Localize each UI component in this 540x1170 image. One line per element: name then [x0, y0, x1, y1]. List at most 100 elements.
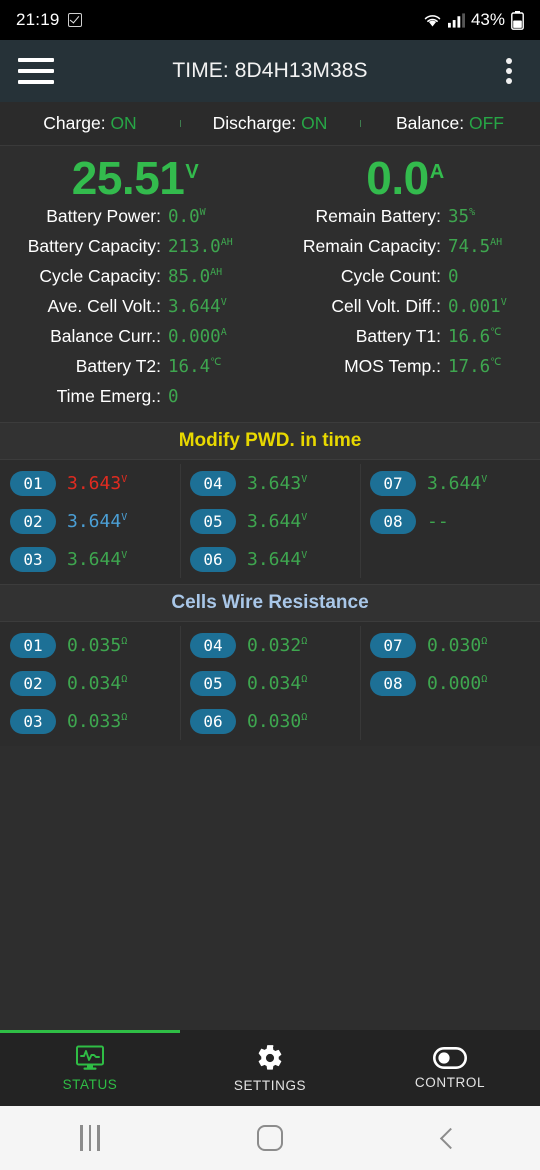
cell-value: 0.035Ω — [67, 634, 128, 656]
tab-settings[interactable]: SETTINGS — [180, 1030, 360, 1106]
cell-index-badge: 03 — [10, 708, 56, 734]
stat-label: Ave. Cell Volt.: — [47, 296, 162, 317]
tab-control-label: CONTROL — [414, 1074, 486, 1090]
cell-resistance-grid: 01 0.035Ω 02 0.034Ω 03 0.033Ω 04 0.032Ω … — [0, 622, 540, 747]
cell-index-badge: 02 — [10, 508, 56, 534]
stat-cell-volt-diff: Cell Volt. Diff.: 0.001V — [270, 296, 540, 326]
cell-value: 3.644V — [67, 510, 128, 532]
status-balance-value: OFF — [468, 113, 504, 133]
stat-mos-temp: MOS Temp.: 17.6℃ — [270, 356, 540, 386]
stat-label: Cell Volt. Diff.: — [331, 296, 441, 317]
cell-voltage-item: 07 3.644V — [360, 464, 540, 502]
cell-value: 0.030Ω — [427, 634, 488, 656]
monitor-pulse-icon — [76, 1045, 104, 1070]
gear-icon — [258, 1044, 282, 1070]
status-balance-label: Balance: — [396, 113, 465, 133]
cell-voltage-item: 02 3.644V — [0, 502, 180, 540]
cell-voltage-item: 03 3.644V — [0, 540, 180, 578]
stat-value: 213.0AH — [168, 237, 233, 258]
cell-index-badge: 04 — [190, 632, 236, 658]
cell-value: 0.033Ω — [67, 710, 128, 732]
cell-resistance-column-1: 01 0.035Ω 02 0.034Ω 03 0.033Ω — [0, 622, 180, 746]
cell-resistance-section-header[interactable]: Cells Wire Resistance — [0, 584, 540, 623]
recents-button[interactable] — [0, 1106, 180, 1170]
cell-voltage-column-3: 07 3.644V 08 -- — [360, 460, 540, 584]
cell-value: 3.644V — [427, 472, 488, 494]
stat-value: 85.0AH — [168, 267, 223, 288]
toggle-switch-icon — [433, 1046, 467, 1069]
cell-resistance-column-2: 04 0.032Ω 05 0.034Ω 06 0.030Ω — [180, 622, 360, 746]
stat-label: Time Emerg.: — [56, 386, 161, 407]
back-button[interactable] — [360, 1106, 540, 1170]
stat-battery-power: Battery Power: 0.0W — [0, 206, 270, 236]
cell-voltage-section-header[interactable]: Modify PWD. in time — [0, 422, 540, 461]
cell-resistance-item: 05 0.034Ω — [180, 664, 360, 702]
battery-icon — [511, 10, 524, 30]
stat-label: Battery T2: — [75, 356, 161, 377]
stat-value: 16.4℃ — [168, 357, 222, 378]
recents-icon — [80, 1125, 100, 1151]
cell-index-badge: 05 — [190, 508, 236, 534]
stat-time-emerg: Time Emerg.: 0 — [0, 386, 270, 416]
cell-value: -- — [427, 510, 449, 532]
switch-status-row: Charge: ON Discharge: ON Balance: OFF — [0, 102, 540, 146]
stat-remain-battery: Remain Battery: 35% — [270, 206, 540, 236]
app-screen: 21:19 43% TIME: 8D4H13M38S Charge: ON Di… — [0, 0, 540, 1170]
cell-value: 0.034Ω — [247, 672, 308, 694]
cell-index-badge: 04 — [190, 470, 236, 496]
cell-voltage-section-title: Modify PWD. in time — [178, 430, 362, 452]
stat-value: 17.6℃ — [448, 357, 502, 378]
stat-label: MOS Temp.: — [344, 356, 441, 377]
pack-current-value: 0.0 — [366, 152, 429, 204]
tab-status[interactable]: STATUS — [0, 1030, 180, 1106]
stat-value: 74.5AH — [448, 237, 503, 258]
cell-resistance-item: 03 0.033Ω — [0, 702, 180, 740]
cell-index-badge: 01 — [10, 470, 56, 496]
cell-value: 0.032Ω — [247, 634, 308, 656]
stat-battery-capacity: Battery Capacity: 213.0AH — [0, 236, 270, 266]
stat-battery-t2: Battery T2: 16.4℃ — [0, 356, 270, 386]
cell-voltage-item: 08 -- — [360, 502, 540, 540]
stat-cycle-count: Cycle Count: 0 — [270, 266, 540, 296]
status-discharge-value: ON — [301, 113, 328, 133]
cell-index-badge: 07 — [370, 632, 416, 658]
stat-label: Cycle Capacity: — [39, 266, 161, 287]
cell-resistance-item: 04 0.032Ω — [180, 626, 360, 664]
status-bar-left: 21:19 — [16, 10, 82, 30]
stat-value: 0 — [448, 267, 459, 288]
stats-column-right: Remain Battery: 35% Remain Capacity: 74.… — [270, 206, 540, 416]
active-tab-indicator — [0, 1030, 180, 1033]
cell-voltage-item: 06 3.644V — [180, 540, 360, 578]
stat-battery-t1: Battery T1: 16.6℃ — [270, 326, 540, 356]
hamburger-menu-icon[interactable] — [18, 58, 54, 84]
status-discharge: Discharge: ON — [180, 113, 360, 134]
cell-index-badge: 06 — [190, 546, 236, 572]
cell-value: 3.644V — [67, 548, 128, 570]
kebab-menu-icon[interactable] — [496, 56, 522, 86]
stat-value: 35% — [448, 207, 476, 228]
cell-index-badge: 06 — [190, 708, 236, 734]
home-icon — [257, 1125, 283, 1151]
cell-index-badge: 05 — [190, 670, 236, 696]
cell-index-badge: 03 — [10, 546, 56, 572]
stat-label: Balance Curr.: — [50, 326, 161, 347]
pack-voltage-value: 25.51 — [71, 152, 185, 204]
cell-value: 3.644V — [247, 548, 308, 570]
cell-voltage-column-2: 04 3.643V 05 3.644V 06 3.644V — [180, 460, 360, 584]
status-charge-value: ON — [110, 113, 137, 133]
cell-index-badge: 01 — [10, 632, 56, 658]
cell-value: 3.643V — [67, 472, 128, 494]
cell-value: 3.644V — [247, 510, 308, 532]
cell-value: 0.030Ω — [247, 710, 308, 732]
signal-icon — [447, 12, 465, 28]
stat-value: 16.6℃ — [448, 327, 502, 348]
home-button[interactable] — [180, 1106, 360, 1170]
stat-value: 0.0W — [168, 207, 206, 228]
stat-label: Battery T1: — [355, 326, 441, 347]
stat-value: 0.000A — [168, 327, 227, 348]
stat-ave-cell-volt: Ave. Cell Volt.: 3.644V — [0, 296, 270, 326]
stat-value: 0.001V — [448, 297, 507, 318]
stat-balance-curr: Balance Curr.: 0.000A — [0, 326, 270, 356]
pack-voltage-unit: V — [185, 160, 199, 183]
tab-control[interactable]: CONTROL — [360, 1030, 540, 1106]
